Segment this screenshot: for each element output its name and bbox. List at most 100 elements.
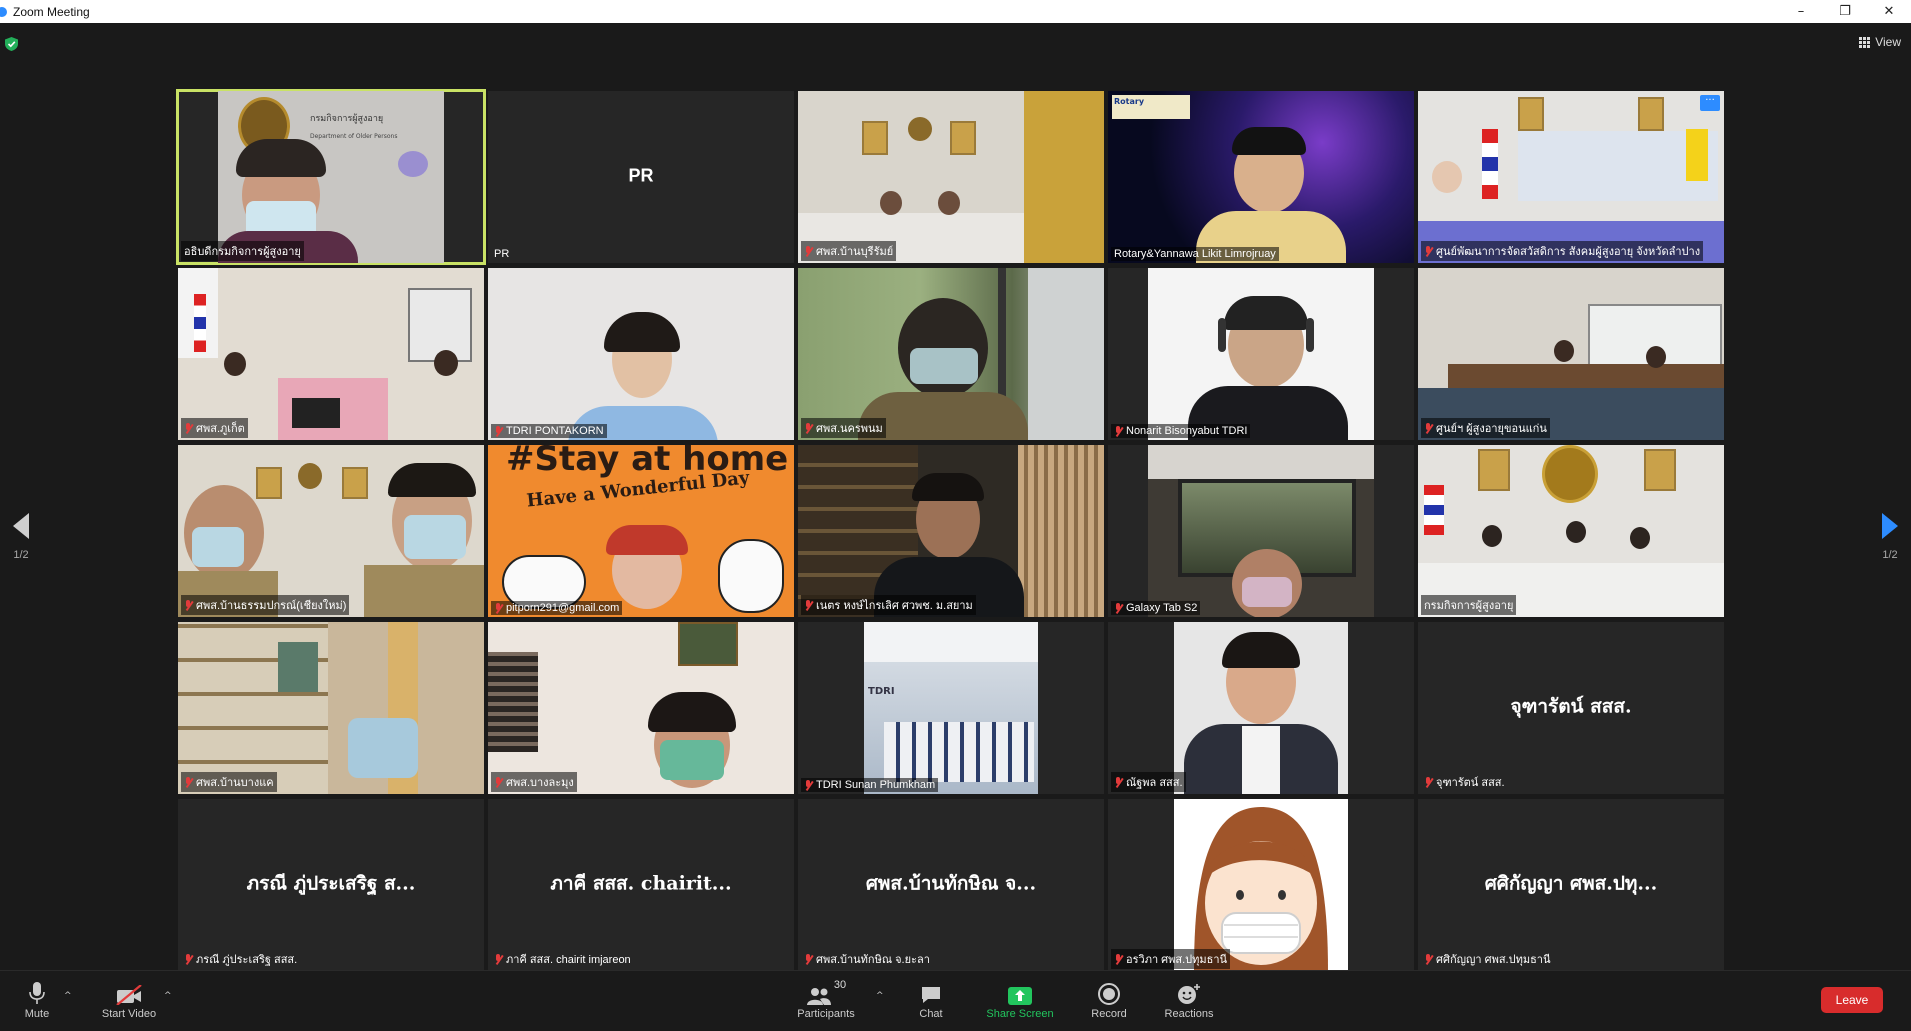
picture-frame — [678, 622, 738, 666]
headphone-icon — [1306, 318, 1314, 352]
laptop — [292, 398, 340, 428]
chat-button[interactable]: Chat — [906, 971, 956, 1031]
person-head — [1646, 346, 1666, 368]
participant-name-label: Nonarit Bisonyabut TDRI — [1111, 424, 1251, 438]
video-tile[interactable]: TDRI TDRI Sunan Phumkham — [798, 622, 1104, 794]
encryption-shield-icon[interactable] — [5, 37, 18, 51]
video-tile[interactable]: จุฑารัตน์ สสส. จุฑารัตน์ สสส. — [1418, 622, 1724, 794]
participant-avatar-name: ภาคี สสส. chairit... — [550, 872, 732, 895]
video-feed — [178, 445, 484, 617]
video-tile[interactable]: ศพส.บ้านทักษิณ จ... ศพส.บ้านทักษิณ จ.ยะล… — [798, 799, 1104, 971]
person-shirt — [1242, 726, 1280, 794]
video-tile[interactable]: ภาคี สสส. chairit... ภาคี สสส. chairit i… — [488, 799, 794, 971]
window-titlebar: Zoom Meeting – ❐ ✕ — [0, 0, 1911, 23]
conference-room-chairs — [884, 722, 1034, 782]
reactions-button[interactable]: Reactions — [1158, 971, 1220, 1031]
flag — [1686, 129, 1708, 181]
video-tile[interactable]: ศพส.บ้านธรรมปกรณ์(เชียงใหม่) — [178, 445, 484, 617]
video-tile[interactable]: Nonarit Bisonyabut TDRI — [1108, 268, 1414, 440]
audio-options-chevron-icon[interactable]: ^ — [64, 991, 72, 1001]
face-mask — [404, 515, 466, 559]
video-feed: Rotary — [1108, 91, 1414, 263]
person-hair — [1224, 296, 1308, 330]
participant-name-label: อธิบดีกรมกิจการผู้สูงอายุ — [181, 241, 304, 261]
video-feed — [488, 268, 794, 440]
snoopy-illustration — [718, 539, 784, 613]
person-hair — [648, 692, 736, 732]
video-tile[interactable]: ศพส.บ้านบางแค — [178, 622, 484, 794]
participant-name-label: อรวิภา ศพส.ปทุมธานี — [1111, 949, 1231, 969]
muted-mic-icon — [184, 422, 193, 434]
person-head — [1566, 521, 1586, 543]
blinds — [1018, 445, 1104, 617]
next-page-button[interactable]: 1/2 — [1870, 513, 1910, 561]
video-tile[interactable]: ศพส.ภูเก็ต — [178, 268, 484, 440]
muted-mic-icon — [804, 422, 813, 434]
video-tile[interactable]: เนตร หงษ์ไกรเลิศ ศวพช. ม.สยาม — [798, 445, 1104, 617]
start-video-button[interactable]: Start Video — [96, 971, 162, 1031]
portrait-frame — [256, 467, 282, 499]
leave-button[interactable]: Leave — [1821, 987, 1883, 1013]
video-tile[interactable]: ศศิกัญญา ศพส.ปทุ... ศศิกัญญา ศพส.ปทุมธาน… — [1418, 799, 1724, 971]
portrait-frame — [1478, 449, 1510, 491]
participant-name-label: ศพส.นครพนม — [801, 418, 886, 438]
record-button[interactable]: Record — [1084, 971, 1134, 1031]
flower-decoration — [398, 151, 428, 177]
muted-mic-icon — [1114, 425, 1123, 437]
muted-mic-icon — [494, 602, 503, 614]
video-feed — [1174, 799, 1348, 971]
face-mask — [660, 740, 724, 780]
record-icon — [1098, 983, 1120, 1005]
mute-button[interactable]: Mute — [18, 971, 56, 1031]
person-hair — [604, 312, 680, 352]
video-tile[interactable]: PR PR — [488, 91, 794, 263]
binders — [278, 642, 318, 692]
share-screen-button[interactable]: Share Screen — [980, 971, 1060, 1031]
video-options-chevron-icon[interactable]: ^ — [164, 991, 172, 1001]
video-tile[interactable]: ··· ศูนย์พัฒนาการจัดสวัสดิการ สังคมผู้สู… — [1418, 91, 1724, 263]
muted-mic-icon — [494, 425, 503, 437]
participant-name-label: ศศิกัญญา ศพส.ปทุมธานี — [1421, 949, 1554, 969]
emblem-icon — [298, 463, 322, 489]
person-head — [1554, 340, 1574, 362]
video-feed — [798, 268, 1104, 440]
person-head — [938, 191, 960, 215]
person-head — [224, 352, 246, 376]
participant-name-label: pitporn291@gmail.com — [491, 601, 623, 615]
face-mask — [1242, 577, 1292, 607]
video-feed — [1148, 268, 1374, 440]
video-tile[interactable]: ณัฐพล สสส. — [1108, 622, 1414, 794]
maximize-button[interactable]: ❐ — [1823, 0, 1867, 23]
video-tile[interactable]: Rotary Rotary&Yannawa Likit Limrojruay — [1108, 91, 1414, 263]
video-tile[interactable]: Galaxy Tab S2 — [1108, 445, 1414, 617]
video-tile[interactable]: #Stay at home Have a Wonderful Day pitpo… — [488, 445, 794, 617]
minimize-button[interactable]: – — [1779, 0, 1823, 23]
video-tile[interactable]: ศพส.นครพนม — [798, 268, 1104, 440]
previous-page-button[interactable]: 1/2 — [1, 513, 41, 561]
video-tile[interactable]: กรมกิจการผู้สูงอายุ Department of Older … — [176, 89, 486, 265]
video-tile[interactable]: ศพส.บางละมุง — [488, 622, 794, 794]
uniform — [364, 565, 484, 617]
video-tile[interactable]: TDRI PONTAKORN — [488, 268, 794, 440]
headphone-icon — [1218, 318, 1226, 352]
muted-mic-icon — [494, 953, 503, 965]
participants-button[interactable]: 30 Participants — [790, 971, 862, 1031]
participant-avatar-name: ภรณี ภู่ประเสริฐ ส... — [246, 872, 416, 895]
participants-options-chevron-icon[interactable]: ^ — [876, 991, 884, 1001]
video-tile[interactable]: ศูนย์ฯ ผู้สูงอายุขอนแก่น — [1418, 268, 1724, 440]
video-feed — [1418, 445, 1724, 617]
video-tile[interactable]: ภรณี ภู่ประเสริฐ ส... ภรณี ภู่ประเสริฐ ส… — [178, 799, 484, 971]
video-tile[interactable]: กรมกิจการผู้สูงอายุ — [1418, 445, 1724, 617]
view-button[interactable]: View — [1859, 35, 1901, 49]
person-head — [880, 191, 902, 215]
portrait-frame — [1638, 97, 1664, 131]
muted-mic-icon — [804, 599, 813, 611]
muted-mic-icon — [184, 953, 193, 965]
video-tile[interactable]: อรวิภา ศพส.ปทุมธานี — [1108, 799, 1414, 971]
more-options-button[interactable]: ··· — [1700, 95, 1720, 111]
window-title: Zoom Meeting — [13, 4, 90, 19]
flag — [194, 294, 206, 352]
close-button[interactable]: ✕ — [1867, 0, 1911, 23]
portrait-frame — [950, 121, 976, 155]
video-tile[interactable]: ศพส.บ้านบุรีรัมย์ — [798, 91, 1104, 263]
